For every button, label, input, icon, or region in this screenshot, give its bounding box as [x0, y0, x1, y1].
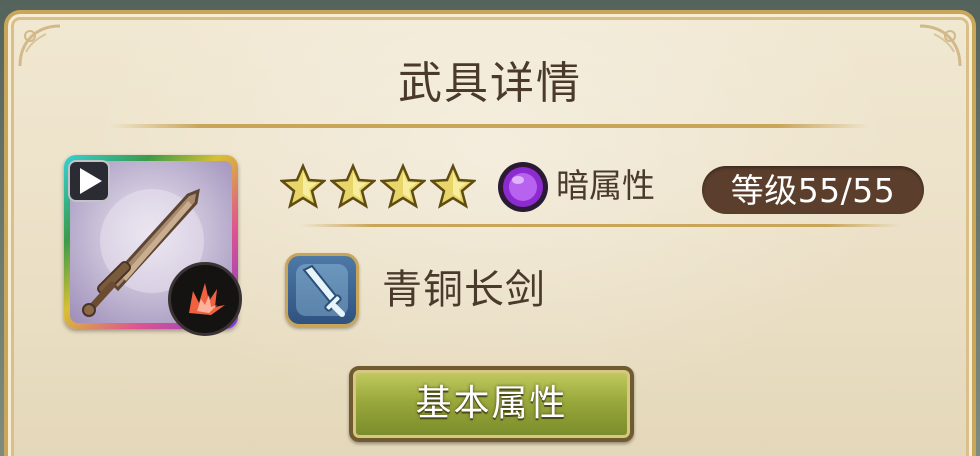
panel-title: 武具详情	[398, 58, 582, 109]
sword-type-icon	[296, 264, 348, 317]
skill-badge	[168, 262, 242, 336]
weapon-type-badge	[285, 253, 359, 327]
rarity-stars	[280, 163, 476, 209]
game-screen: 武具详情 暗属性 等级55/55 青铜长剑 基本属性	[0, 0, 980, 456]
element-label: 暗属性	[556, 166, 655, 205]
dark-orb-icon	[498, 162, 548, 212]
info-divider	[300, 224, 900, 227]
rank-badge	[68, 160, 110, 202]
play-arrow-icon	[80, 168, 102, 194]
star-icon	[380, 163, 426, 209]
star-icon	[280, 163, 326, 209]
burst-icon	[189, 283, 225, 315]
weapon-name: 青铜长剑	[382, 267, 546, 313]
basic-stats-button[interactable]: 基本属性	[349, 366, 634, 442]
level-text: 等级55/55	[730, 170, 896, 210]
level-badge: 等级55/55	[702, 166, 924, 214]
star-icon	[330, 163, 376, 209]
basic-stats-button-label: 基本属性	[415, 383, 568, 424]
star-icon	[430, 163, 476, 209]
title-divider	[110, 124, 870, 128]
